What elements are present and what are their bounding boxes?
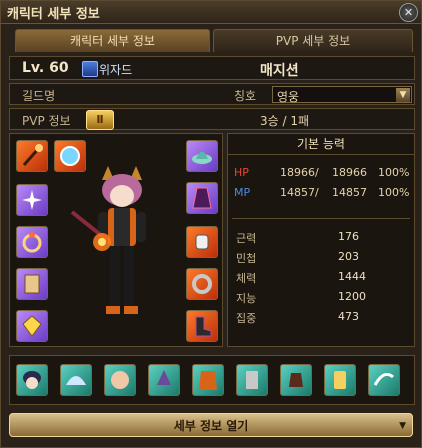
level-text: Lv. 60 [22, 60, 69, 76]
tab-character-detail[interactable]: 캐릭터 세부 정보 [15, 29, 210, 52]
title-bar[interactable]: 캐릭터 세부 정보 ✕ [1, 1, 421, 24]
pvp-row: PVP 정보 Ⅱ 3승 / 1패 [9, 108, 415, 130]
mp-current: 14857/ [280, 186, 319, 199]
title-select[interactable]: 영웅 ▼ [272, 86, 412, 104]
stats-panel: 기본 능력 HP 18966/ 18966 100% MP 14857/ 148… [227, 133, 415, 347]
title-select-value: 영웅 [277, 90, 300, 104]
equipment-panel [9, 133, 223, 347]
guild-label: 길드명 [22, 89, 56, 103]
window-title: 캐릭터 세부 정보 [7, 7, 100, 22]
hp-label: HP [234, 166, 249, 179]
stat-label: 근력 [236, 232, 257, 245]
pvp-record: 3승 / 1패 [260, 114, 310, 128]
stat-value: 176 [338, 230, 359, 243]
wing-icon[interactable] [60, 364, 92, 396]
class-icon [82, 61, 98, 77]
mp-row: MP 14857/ 14857 100% [228, 184, 414, 202]
hat-icon[interactable] [186, 140, 218, 172]
mp-max: 14857 [332, 186, 367, 199]
open-details-button[interactable]: 세부 정보 열기 ▼ [9, 413, 413, 437]
hp-percent: 100% [378, 166, 410, 179]
stat-row: 근력 176 [228, 228, 414, 246]
scroll-icon[interactable] [16, 268, 48, 300]
cloak-icon[interactable] [192, 364, 224, 396]
boot-icon[interactable] [186, 310, 218, 342]
costume-slot-bar [9, 355, 415, 405]
stat-label: 집중 [236, 312, 257, 325]
glove-icon[interactable] [280, 364, 312, 396]
stat-row: 지능 1200 [228, 288, 414, 306]
chevron-down-icon: ▼ [399, 421, 406, 431]
stat-row: 민첩 203 [228, 248, 414, 266]
costume-icon[interactable] [236, 364, 268, 396]
hp-current: 18966/ [280, 166, 319, 179]
pvp-label: PVP 정보 [22, 114, 71, 128]
open-details-label: 세부 정보 열기 [173, 419, 249, 433]
robe-icon[interactable] [186, 182, 218, 214]
tail-icon[interactable] [368, 364, 400, 396]
class-name: 위자드 [99, 63, 133, 77]
stats-divider [232, 218, 410, 219]
hair-icon[interactable] [16, 364, 48, 396]
stat-label: 민첩 [236, 252, 257, 265]
tab-pvp-detail[interactable]: PVP 세부 정보 [213, 29, 413, 52]
stats-header: 기본 능력 [228, 134, 414, 155]
tab-bar: 캐릭터 세부 정보 PVP 세부 정보 [15, 29, 413, 52]
chevron-down-icon[interactable]: ▼ [396, 88, 410, 102]
character-name: 매지션 [260, 63, 299, 79]
pvp-rank-icon[interactable]: Ⅱ [86, 110, 114, 130]
mp-label: MP [234, 186, 251, 199]
stat-value: 1200 [338, 290, 366, 303]
stat-label: 지능 [236, 292, 257, 305]
glove-icon[interactable] [186, 226, 218, 258]
stat-value: 203 [338, 250, 359, 263]
stat-value: 473 [338, 310, 359, 323]
ring-icon[interactable] [16, 226, 48, 258]
stat-row: 체력 1444 [228, 268, 414, 286]
character-model [62, 162, 182, 342]
gem-icon[interactable] [16, 310, 48, 342]
shoe-icon[interactable] [324, 364, 356, 396]
staff-icon[interactable] [16, 140, 48, 172]
character-header-row: Lv. 60 위자드 매지션 [9, 56, 415, 80]
guild-title-row: 길드명 칭호 영웅 ▼ [9, 83, 415, 105]
sparkle-icon[interactable] [16, 184, 48, 216]
close-icon[interactable]: ✕ [399, 3, 418, 22]
hp-row: HP 18966/ 18966 100% [228, 164, 414, 182]
face-icon[interactable] [104, 364, 136, 396]
character-detail-window: 캐릭터 세부 정보 ✕ 캐릭터 세부 정보 PVP 세부 정보 Lv. 60 위… [0, 0, 422, 448]
title-label: 칭호 [234, 89, 257, 103]
hp-max: 18966 [332, 166, 367, 179]
bracelet-icon[interactable] [186, 268, 218, 300]
stat-value: 1444 [338, 270, 366, 283]
stat-label: 체력 [236, 272, 257, 285]
hat-icon[interactable] [148, 364, 180, 396]
stat-row: 집중 473 [228, 308, 414, 326]
mp-percent: 100% [378, 186, 410, 199]
